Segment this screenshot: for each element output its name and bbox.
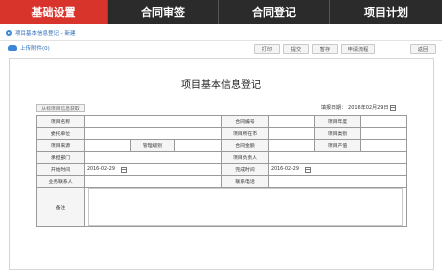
contract-no-field[interactable]	[268, 115, 316, 128]
save-draft-button[interactable]: 暂存	[312, 44, 338, 54]
upload-attachment-button[interactable]: 上传附件(0)	[8, 44, 50, 52]
fetch-project-info-button[interactable]: 从标项目信息获取	[36, 104, 85, 112]
remarks-textarea[interactable]	[88, 188, 404, 226]
end-time-value: 2016-02-29	[271, 167, 299, 172]
arrow-right-icon	[6, 30, 12, 36]
apply-flow-button[interactable]: 申请流程	[341, 44, 375, 54]
start-time-value: 2016-02-29	[87, 167, 115, 172]
project-year-label: 项目年度	[314, 115, 362, 128]
breadcrumb: 项目基本信息登记 - 新建	[6, 28, 75, 38]
project-leader-field[interactable]	[268, 151, 408, 164]
undertake-dept-field[interactable]	[83, 151, 223, 164]
print-button[interactable]: 打印	[254, 44, 280, 54]
upload-label: 上传附件(0)	[20, 46, 50, 52]
cloud-upload-icon	[8, 45, 17, 51]
project-source-field[interactable]	[84, 139, 131, 152]
manage-level-label: 管理级别	[130, 139, 175, 152]
end-time-field[interactable]: 2016-02-29	[268, 163, 408, 176]
project-name-label: 项目名称	[36, 115, 85, 128]
remarks-cell	[83, 187, 408, 227]
client-unit-label: 委托单位	[36, 127, 85, 140]
tab-contract-register[interactable]: 合同登记	[219, 0, 330, 24]
top-tab-bar: 基础设置 合同审签 合同登记 项目计划	[0, 0, 442, 24]
project-output-field[interactable]	[360, 139, 408, 152]
contact-phone-label: 联系电话	[221, 175, 270, 188]
start-time-label: 开始时间	[36, 163, 85, 176]
undertake-dept-label: 承担部门	[36, 151, 85, 164]
project-source-label: 项目来源	[36, 139, 85, 152]
toolbar: 上传附件(0) 打印 提交 暂存 申请流程 返回	[0, 42, 442, 56]
breadcrumb-text: 项目基本信息登记 - 新建	[15, 31, 76, 37]
calendar-icon[interactable]	[304, 166, 311, 173]
tab-contract-review[interactable]: 合同审签	[108, 0, 219, 24]
tab-project-plan[interactable]: 项目计划	[330, 0, 442, 24]
register-date-label: 填报日期：	[321, 105, 347, 111]
start-time-field[interactable]: 2016-02-29	[83, 163, 223, 176]
contract-amount-label: 合同金额	[221, 139, 270, 152]
project-year-field[interactable]	[360, 115, 408, 128]
calendar-icon[interactable]	[120, 166, 127, 173]
back-button[interactable]: 返回	[410, 44, 436, 54]
remarks-label: 备注	[36, 187, 85, 227]
divider	[0, 40, 442, 41]
contract-no-label: 合同编号	[221, 115, 270, 128]
tab-basic-settings[interactable]: 基础设置	[0, 0, 108, 24]
calendar-icon[interactable]	[390, 104, 397, 111]
client-unit-field[interactable]	[83, 127, 223, 140]
contract-amount-field[interactable]	[268, 139, 316, 152]
project-info-form: 项目名称 合同编号 项目年度 委托单位 项目所在市 项目类别 项目来源 管理级别…	[36, 115, 408, 227]
submit-button[interactable]: 提交	[283, 44, 309, 54]
end-time-label: 完成时间	[221, 163, 270, 176]
business-contact-label: 业务联系人	[36, 175, 85, 188]
project-location-label: 项目所在市	[221, 127, 270, 140]
project-name-field[interactable]	[83, 115, 223, 128]
project-category-label: 项目类别	[314, 127, 362, 140]
project-output-label: 项目产值	[314, 139, 362, 152]
contact-phone-field[interactable]	[268, 175, 408, 188]
register-date: 填报日期： 2016年02月29日	[321, 104, 397, 111]
page-title: 项目基本信息登记	[181, 80, 261, 91]
manage-level-field[interactable]	[173, 139, 223, 152]
project-category-field[interactable]	[360, 127, 408, 140]
project-location-field[interactable]	[268, 127, 316, 140]
register-date-value[interactable]: 2016年02月29日	[348, 104, 388, 111]
business-contact-field[interactable]	[83, 175, 223, 188]
project-leader-label: 项目负责人	[221, 151, 270, 164]
